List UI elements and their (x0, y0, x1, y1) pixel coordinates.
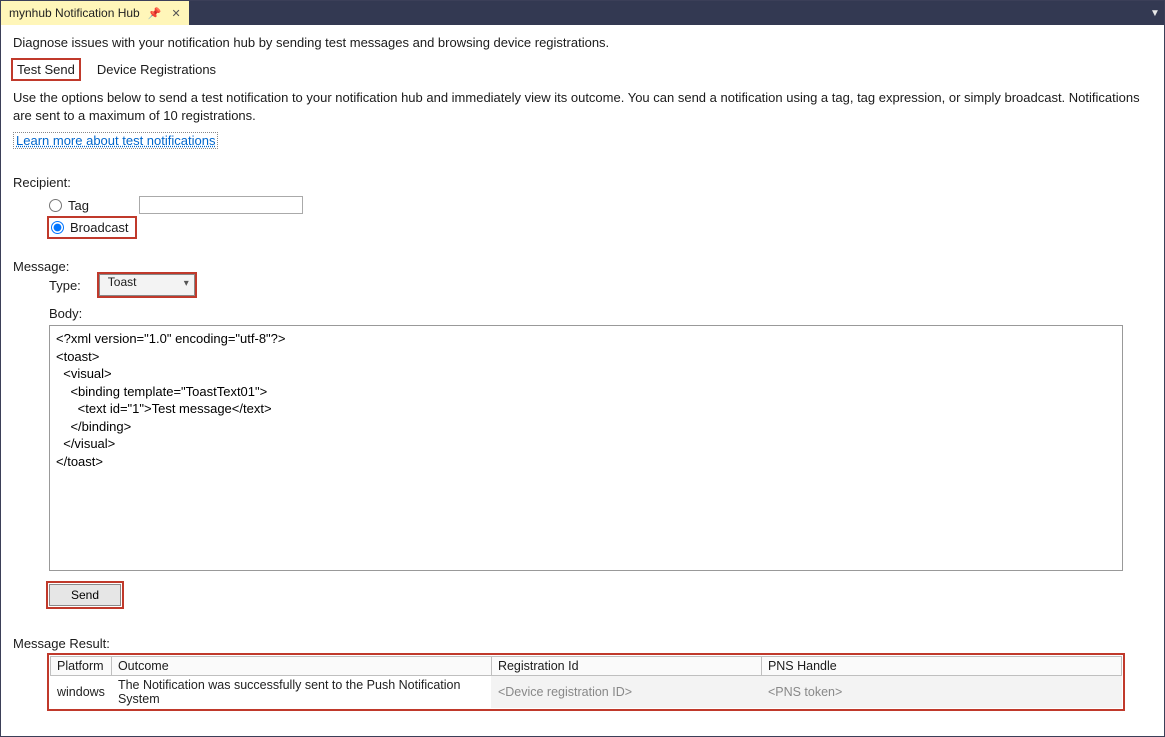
col-outcome[interactable]: Outcome (111, 657, 491, 676)
document-tab-title: mynhub Notification Hub (9, 6, 140, 20)
recipient-label: Recipient: (13, 175, 1152, 190)
section-tabs: Test Send Device Registrations (13, 60, 1152, 79)
tab-overflow-dropdown-icon[interactable]: ▼ (1146, 1, 1164, 25)
type-select[interactable]: Toast (99, 274, 195, 296)
type-label: Type: (49, 278, 81, 293)
body-textarea[interactable] (49, 325, 1123, 571)
recipient-broadcast-label: Broadcast (70, 220, 129, 235)
cell-outcome: The Notification was successfully sent t… (111, 676, 491, 709)
type-select-value: Toast (108, 275, 137, 289)
result-header-row: Platform Outcome Registration Id PNS Han… (51, 657, 1122, 676)
result-row[interactable]: windows The Notification was successfull… (51, 676, 1122, 709)
page-intro: Diagnose issues with your notification h… (13, 35, 1152, 50)
result-table: Platform Outcome Registration Id PNS Han… (49, 655, 1123, 709)
cell-registration-id: <Device registration ID> (491, 676, 761, 709)
learn-more-link[interactable]: Learn more about test notifications (13, 132, 218, 149)
recipient-tag-row: Tag (49, 196, 1152, 214)
tag-input[interactable] (139, 196, 303, 214)
document-tab[interactable]: mynhub Notification Hub 📌 ✕ (1, 1, 189, 25)
col-platform[interactable]: Platform (51, 657, 112, 676)
close-icon[interactable]: ✕ (169, 7, 182, 20)
cell-platform: windows (51, 676, 112, 709)
recipient-tag-radio[interactable] (49, 199, 62, 212)
send-button[interactable]: Send (49, 584, 121, 606)
col-pns-handle[interactable]: PNS Handle (761, 657, 1121, 676)
message-result-label: Message Result: (13, 636, 1152, 651)
tab-test-send[interactable]: Test Send (13, 60, 79, 79)
recipient-tag-label: Tag (68, 198, 89, 213)
recipient-broadcast-radio[interactable] (51, 221, 64, 234)
document-tab-strip: mynhub Notification Hub 📌 ✕ ▼ (1, 1, 1164, 25)
pin-icon[interactable]: 📌 (146, 7, 164, 20)
description-text: Use the options below to send a test not… (13, 89, 1152, 124)
body-label: Body: (49, 306, 1152, 321)
col-registration-id[interactable]: Registration Id (491, 657, 761, 676)
tab-device-registrations[interactable]: Device Registrations (93, 60, 220, 79)
cell-pns-handle: <PNS token> (761, 676, 1121, 709)
page-content: Diagnose issues with your notification h… (1, 25, 1164, 721)
message-label: Message: (13, 259, 1152, 274)
recipient-broadcast-row: Broadcast (49, 218, 1152, 237)
